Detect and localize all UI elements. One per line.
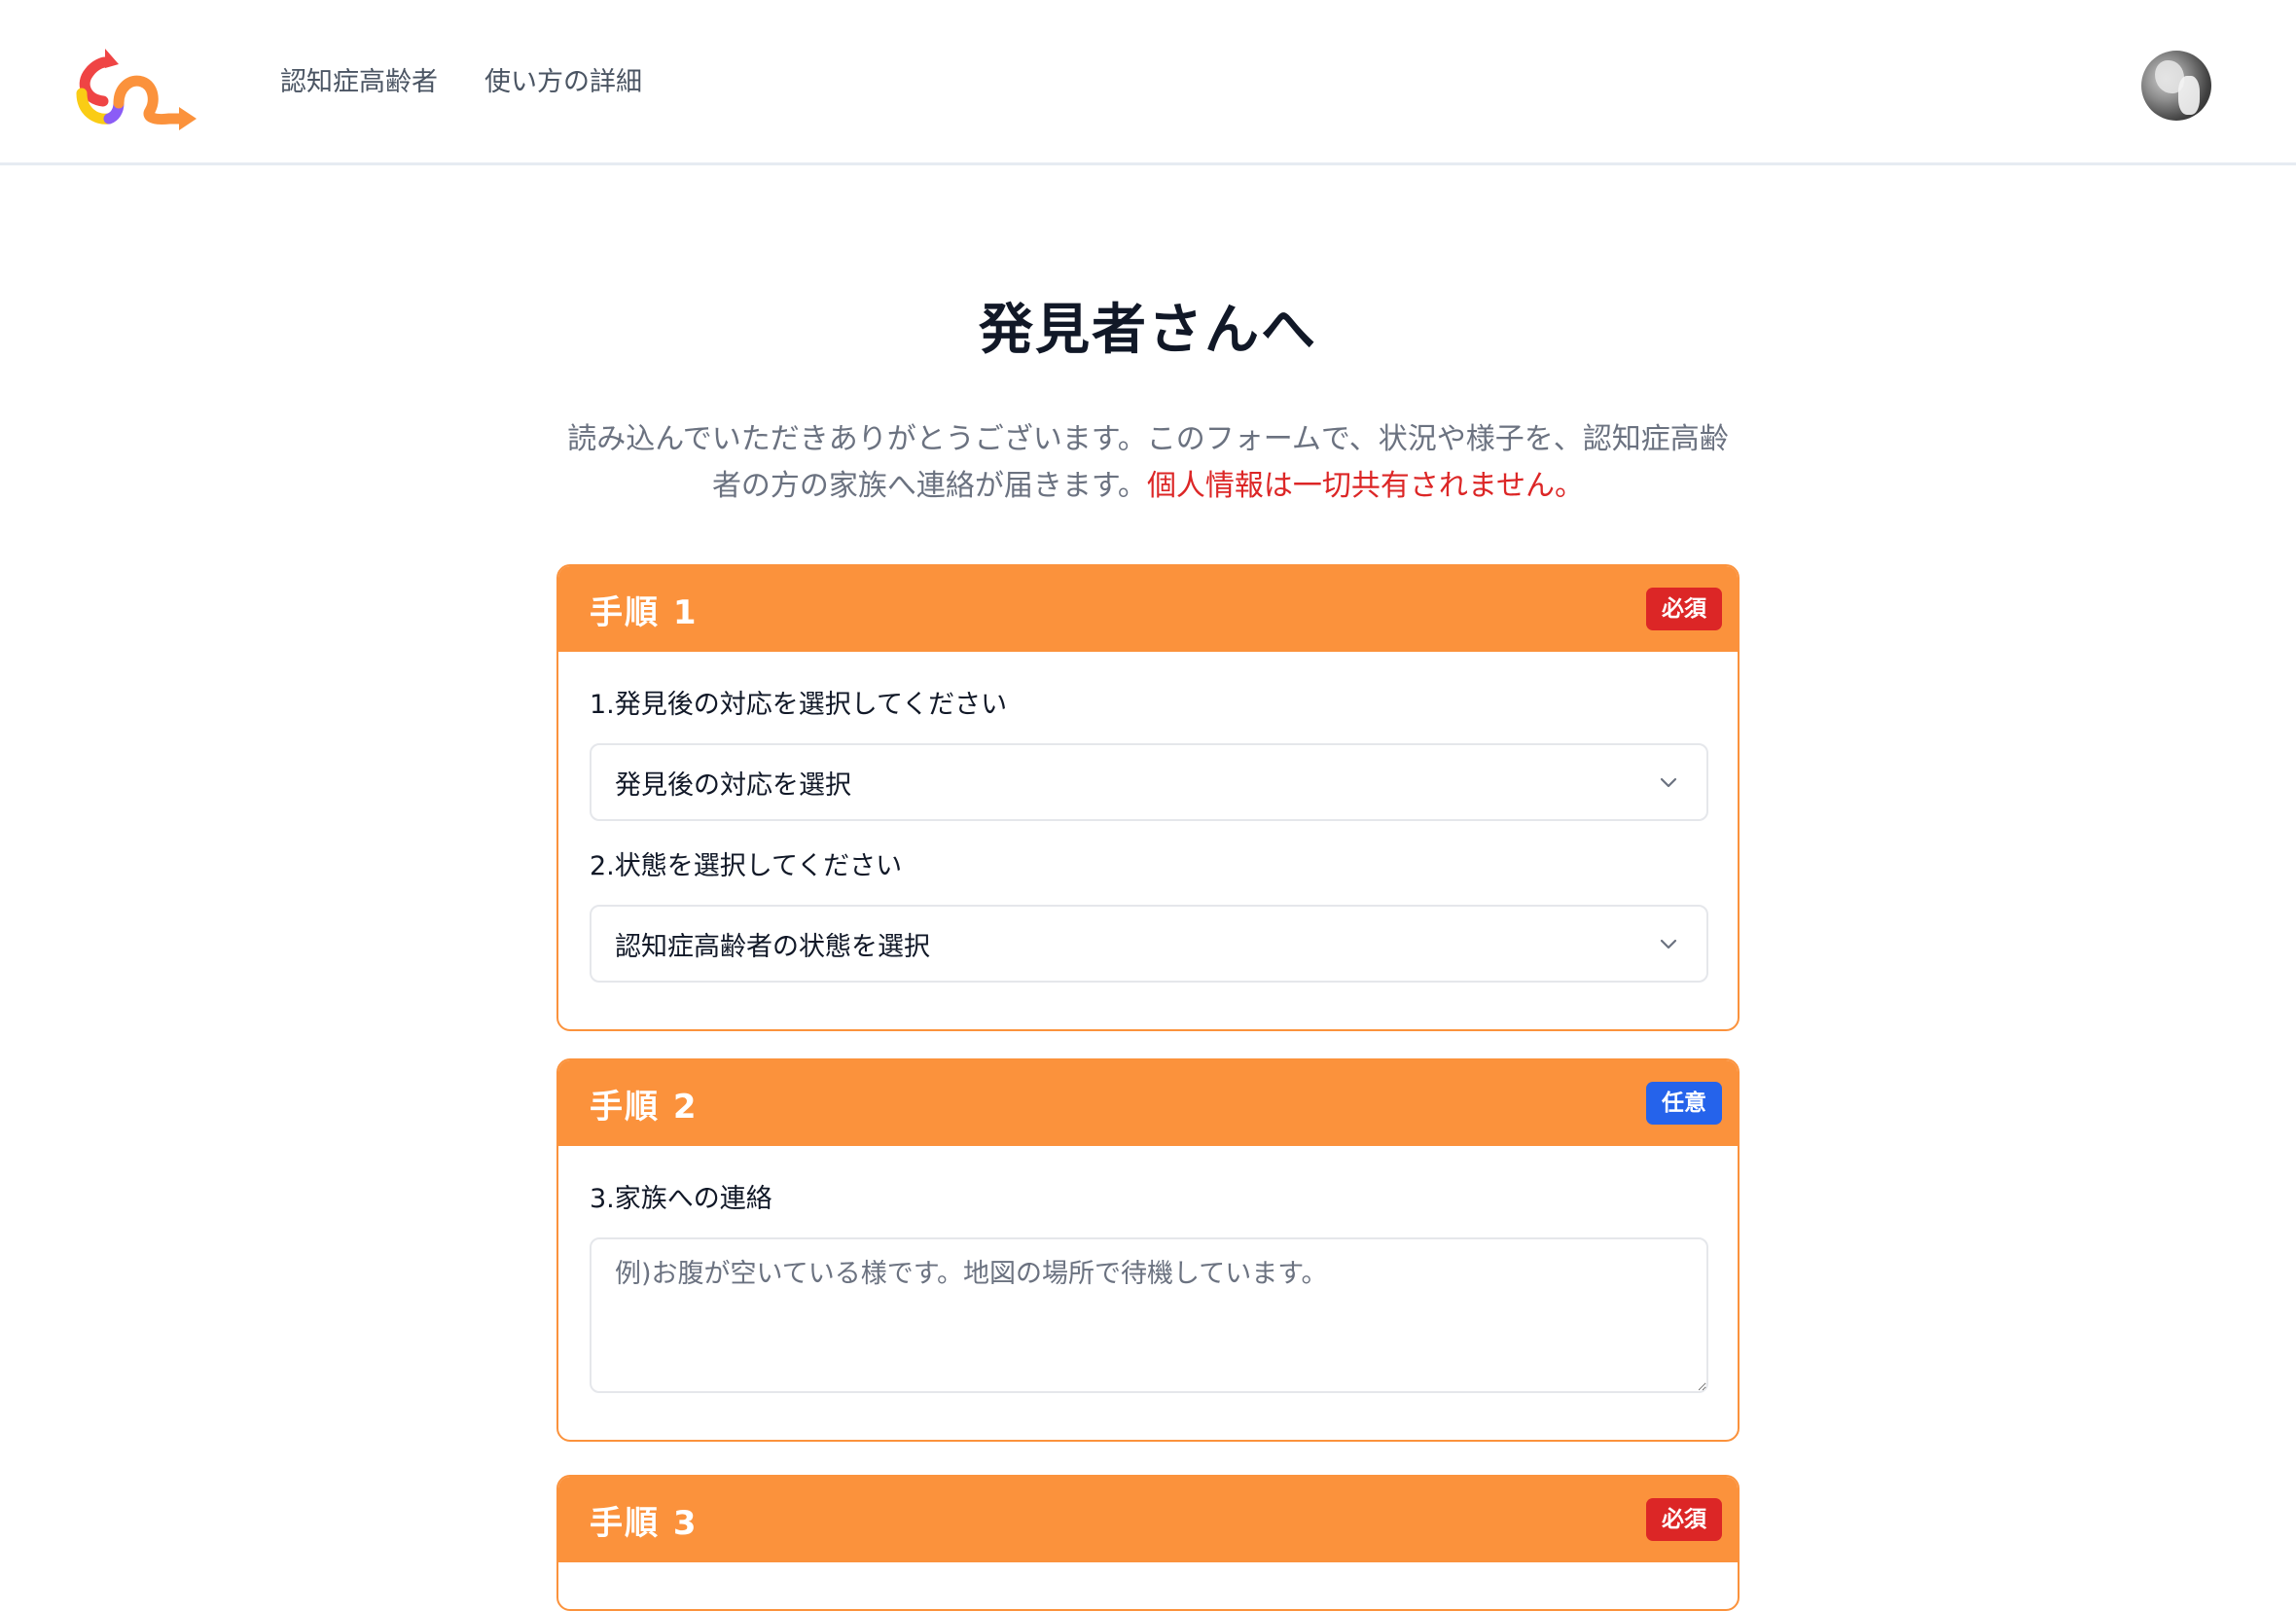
- top-navigation-bar: 認知症高齢者 使い方の詳細: [0, 0, 2296, 165]
- response-select-value: 発見後の対応を選択: [615, 770, 851, 801]
- step-1-body: 1.発見後の対応を選択してください 発見後の対応を選択 2.状態を選択してくださ…: [558, 652, 1738, 1029]
- required-badge: 必須: [1646, 588, 1722, 630]
- optional-badge: 任意: [1646, 1082, 1722, 1125]
- step-1-title: 手順 1: [590, 592, 699, 632]
- family-message-textarea[interactable]: [590, 1237, 1708, 1393]
- step-2-title: 手順 2: [590, 1087, 699, 1127]
- required-badge: 必須: [1646, 1498, 1722, 1541]
- condition-select-label: 2.状態を選択してください: [590, 851, 903, 881]
- page-title: 発見者さんへ: [979, 299, 1317, 362]
- user-avatar-icon[interactable]: [2141, 51, 2211, 121]
- nav-link-elderly[interactable]: 認知症高齢者: [280, 60, 438, 98]
- main-nav: 認知症高齢者 使い方の詳細: [280, 60, 642, 98]
- step-2-header: 手順 2 任意: [558, 1060, 1738, 1146]
- step-3-header: 手順 3 必須: [558, 1477, 1738, 1562]
- family-message-label: 3.家族への連絡: [590, 1184, 772, 1214]
- step-3-title: 手順 3: [590, 1503, 699, 1543]
- app-logo-icon[interactable]: [76, 43, 202, 130]
- chevron-down-icon: [1660, 939, 1677, 949]
- step-1-header: 手順 1 必須: [558, 566, 1738, 652]
- chevron-down-icon: [1660, 777, 1677, 788]
- step-3-card: 手順 3 必須: [556, 1475, 1740, 1611]
- condition-select[interactable]: 認知症高齢者の状態を選択: [590, 905, 1708, 983]
- condition-select-value: 認知症高齢者の状態を選択: [615, 931, 930, 962]
- response-select[interactable]: 発見後の対応を選択: [590, 743, 1708, 821]
- privacy-warning: 個人情報は一切共有されません。: [1146, 469, 1585, 503]
- step-2-card: 手順 2 任意 3.家族への連絡: [556, 1058, 1740, 1442]
- step-1-card: 手順 1 必須 1.発見後の対応を選択してください 発見後の対応を選択 2.状態…: [556, 564, 1740, 1031]
- nav-link-usage-details[interactable]: 使い方の詳細: [484, 60, 642, 98]
- intro-text: 読み込んでいただきありがとうございます。このフォームで、状況や様子を、認知症高齢…: [555, 416, 1741, 510]
- response-select-label: 1.発見後の対応を選択してください: [590, 690, 1008, 720]
- step-2-body: 3.家族への連絡: [558, 1146, 1738, 1440]
